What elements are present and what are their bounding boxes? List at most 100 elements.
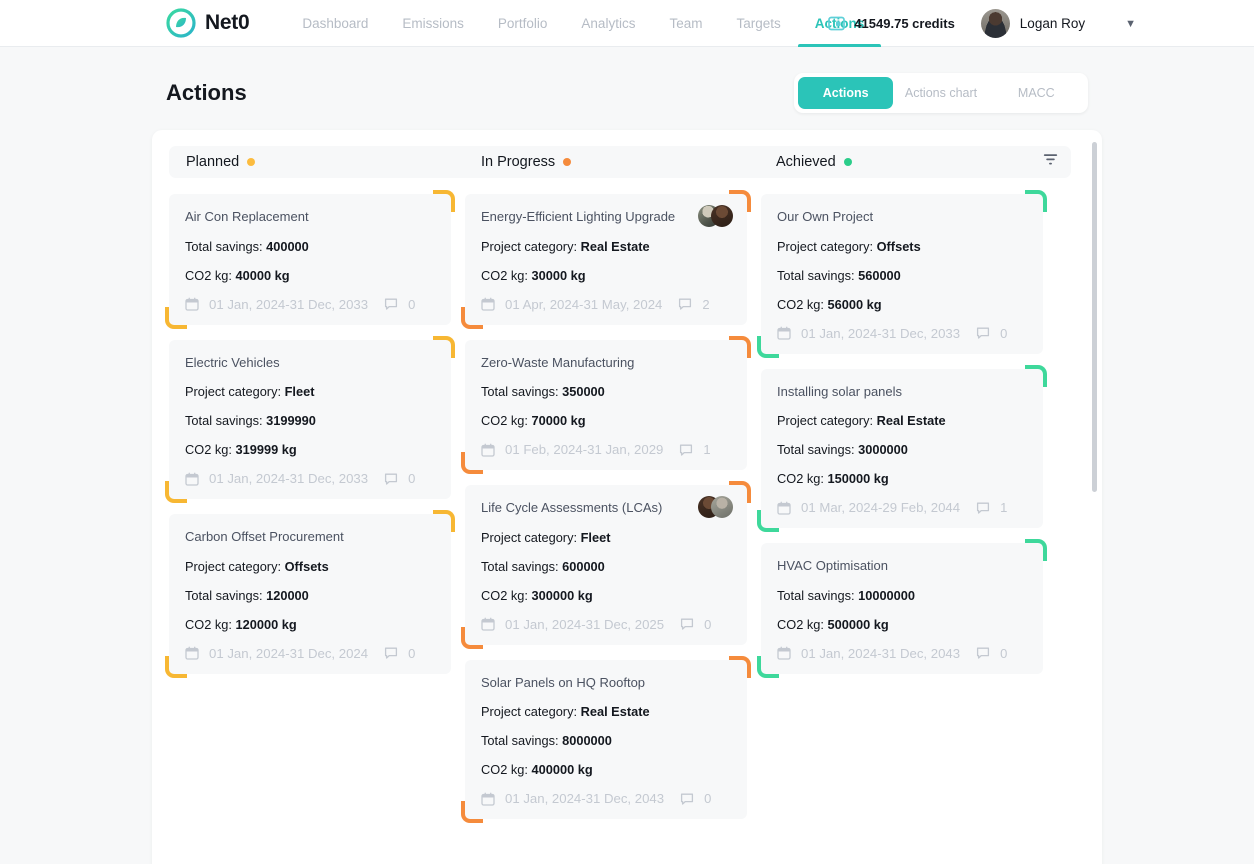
card-co2-value: 300000 kg — [531, 587, 593, 603]
comment-icon[interactable] — [384, 646, 398, 660]
nav-item-emissions[interactable]: Emissions — [385, 0, 481, 47]
comment-icon[interactable] — [384, 472, 398, 486]
card-co2-value: 30000 kg — [531, 267, 586, 283]
comment-icon[interactable] — [680, 792, 694, 806]
assignee-avatar — [711, 496, 733, 519]
nav-item-dashboard[interactable]: Dashboard — [285, 0, 385, 47]
tab-actions-chart[interactable]: Actions chart — [893, 77, 988, 109]
card-title: HVAC Optimisation — [777, 558, 889, 574]
nav-item-portfolio[interactable]: Portfolio — [481, 0, 565, 47]
action-card[interactable]: Installing solar panels Project category:… — [757, 364, 1047, 533]
column-in-progress: Energy-Efficient Lighting Upgrade Project… — [461, 190, 761, 834]
card-category-value: Fleet — [284, 384, 315, 400]
card-co2-label: CO2 kg: — [185, 616, 232, 632]
card-total-savings: Total savings: 600000 — [481, 559, 731, 574]
page-title: Actions — [166, 80, 247, 105]
board-scrollbar-thumb[interactable] — [1092, 142, 1097, 492]
card-date-range: 01 Jan, 2024-31 Dec, 2033 — [209, 471, 369, 487]
card-title: Our Own Project — [777, 209, 874, 224]
card-co2: CO2 kg: 500000 kg — [777, 617, 1027, 632]
filter-icon — [1042, 151, 1059, 173]
comment-icon[interactable] — [976, 501, 990, 515]
card-category: Project category: Real Estate — [777, 413, 1027, 428]
card-co2-value: 40000 kg — [235, 267, 290, 283]
card-co2-value: 400000 kg — [531, 762, 593, 778]
user-menu[interactable]: Logan Roy ▼ — [980, 9, 1136, 38]
card-footer: 01 Jan, 2024-31 Dec, 2043 0 — [481, 791, 731, 806]
card-category-value: Fleet — [580, 529, 611, 545]
main-nav: Dashboard Emissions Portfolio Analytics … — [285, 0, 881, 47]
card-co2: CO2 kg: 30000 kg — [481, 268, 731, 283]
action-card[interactable]: Our Own Project Project category: Offsets… — [757, 190, 1047, 358]
comment-icon[interactable] — [680, 617, 694, 631]
action-card[interactable]: Zero-Waste Manufacturing Total savings: 3… — [461, 335, 751, 475]
card-corner-accent-bottom-left — [461, 801, 483, 824]
card-footer: 01 Jan, 2024-31 Dec, 2043 0 — [777, 646, 1027, 661]
comment-icon[interactable] — [976, 326, 990, 340]
card-corner-accent-top-right — [729, 335, 751, 358]
card-corner-accent-bottom-left — [461, 452, 483, 475]
nav-item-team[interactable]: Team — [652, 0, 719, 47]
nav-item-targets[interactable]: Targets — [719, 0, 797, 47]
card-corner-accent-top-right — [1025, 190, 1047, 212]
card-co2-label: CO2 kg: — [481, 413, 528, 429]
user-avatar — [980, 9, 1010, 38]
card-co2-label: CO2 kg: — [481, 762, 528, 778]
card-category-value: Real Estate — [876, 413, 946, 429]
card-co2-value: 500000 kg — [827, 616, 889, 632]
kanban-board: Planned In Progress Achieved Air Con Rep… — [152, 130, 1102, 864]
card-title: Installing solar panels — [777, 383, 903, 399]
card-title: Solar Panels on HQ Rooftop — [481, 674, 646, 690]
action-card[interactable]: Air Con Replacement Total savings: 400000… — [165, 190, 455, 329]
calendar-icon — [481, 297, 495, 311]
action-card[interactable]: Carbon Offset Procurement Project categor… — [165, 510, 455, 678]
comment-icon[interactable] — [679, 443, 693, 457]
calendar-icon — [777, 326, 791, 340]
action-card[interactable]: Energy-Efficient Lighting Upgrade Project… — [461, 190, 751, 329]
card-co2-label: CO2 kg: — [481, 267, 528, 283]
tab-macc[interactable]: MACC — [989, 77, 1084, 109]
card-assignees[interactable] — [698, 496, 733, 519]
card-co2-label: CO2 kg: — [777, 296, 824, 312]
filter-button[interactable] — [1037, 149, 1063, 175]
brand[interactable]: Net0 — [166, 8, 250, 38]
card-co2-label: CO2 kg: — [481, 587, 528, 603]
card-assignees[interactable] — [698, 205, 733, 227]
tab-actions[interactable]: Actions — [798, 77, 894, 109]
card-total-savings: Total savings: 400000 — [185, 239, 435, 254]
card-category: Project category: Real Estate — [481, 239, 731, 254]
card-comment-count: 0 — [1000, 645, 1008, 661]
column-title-planned: Planned — [186, 154, 240, 170]
card-title: Zero-Waste Manufacturing — [481, 354, 635, 370]
action-card[interactable]: HVAC Optimisation Total savings: 10000000… — [757, 539, 1047, 678]
card-total-savings: Total savings: 3199990 — [185, 413, 435, 428]
comment-icon[interactable] — [976, 646, 990, 660]
comment-icon[interactable] — [384, 297, 398, 311]
card-total-savings: Total savings: 3000000 — [777, 442, 1027, 457]
chevron-down-icon[interactable]: ▼ — [1125, 18, 1136, 30]
card-savings-label: Total savings: — [777, 587, 855, 603]
card-corner-accent-top-right — [1025, 364, 1047, 387]
credits-amount: 41549.75 credits — [854, 16, 955, 31]
page-body: Actions Actions Actions chart MACC Plann… — [0, 47, 1254, 864]
card-corner-accent-top-right — [433, 335, 455, 358]
card-savings-label: Total savings: — [185, 238, 263, 254]
view-toggle-group: Actions Actions chart MACC — [794, 73, 1088, 113]
card-savings-value: 560000 — [858, 267, 901, 283]
card-comment-count: 2 — [702, 296, 710, 312]
card-corner-accent-top-right — [1025, 539, 1047, 562]
card-category-label: Project category: — [185, 558, 282, 574]
card-date-range: 01 Jan, 2024-31 Dec, 2025 — [505, 616, 665, 632]
card-date-range: 01 Jan, 2024-31 Dec, 2033 — [801, 325, 961, 341]
action-card[interactable]: Solar Panels on HQ Rooftop Project catego… — [461, 655, 751, 824]
nav-item-analytics[interactable]: Analytics — [564, 0, 652, 47]
card-comment-count: 1 — [1000, 500, 1008, 516]
card-total-savings: Total savings: 10000000 — [777, 588, 1027, 603]
calendar-icon — [481, 792, 495, 806]
card-co2: CO2 kg: 150000 kg — [777, 471, 1027, 486]
comment-icon[interactable] — [678, 297, 692, 311]
credits-indicator[interactable]: 41549.75 credits — [828, 15, 955, 32]
action-card[interactable]: Life Cycle Assessments (LCAs) Project cat… — [461, 481, 751, 649]
card-savings-label: Total savings: — [481, 733, 559, 749]
action-card[interactable]: Electric Vehicles Project category: Fleet… — [165, 335, 455, 504]
